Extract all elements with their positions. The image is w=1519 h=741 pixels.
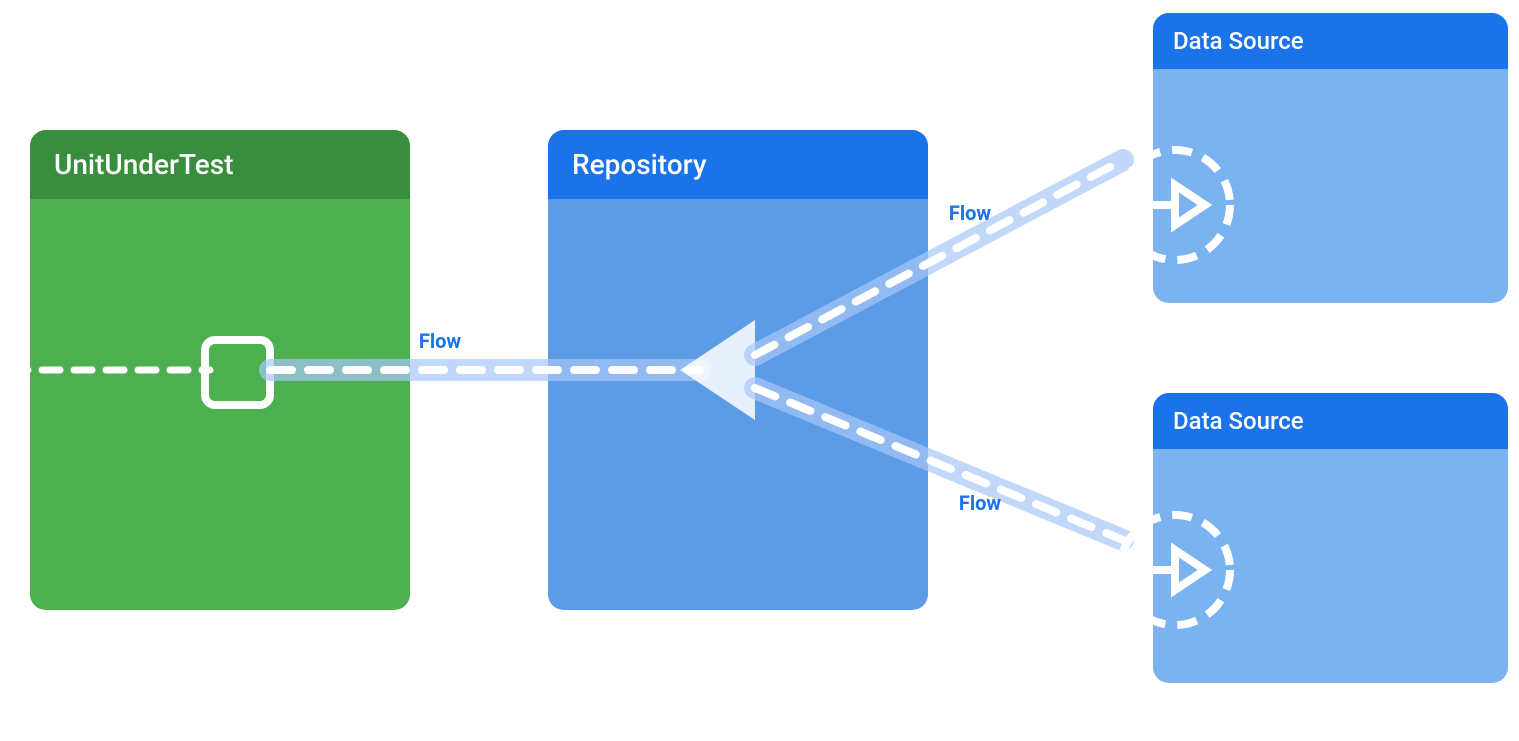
diagram-container: UnitUnderTest Repository Data Source Dat… bbox=[0, 0, 1519, 741]
diagram-svg: .dashed-line { stroke: #ffffff; stroke-w… bbox=[0, 0, 1519, 741]
flow-label-bottom: Flow bbox=[959, 491, 1002, 515]
flow-label-top: Flow bbox=[949, 201, 992, 225]
repo-triangle-icon bbox=[680, 320, 755, 420]
flow-label-unit-repo: Flow bbox=[419, 329, 462, 353]
datasource-top-arrow bbox=[1175, 185, 1205, 225]
flow-dashed-bottom bbox=[755, 388, 1123, 540]
flow-dashed-top bbox=[755, 160, 1123, 355]
datasource-bottom-arrow bbox=[1175, 550, 1205, 590]
